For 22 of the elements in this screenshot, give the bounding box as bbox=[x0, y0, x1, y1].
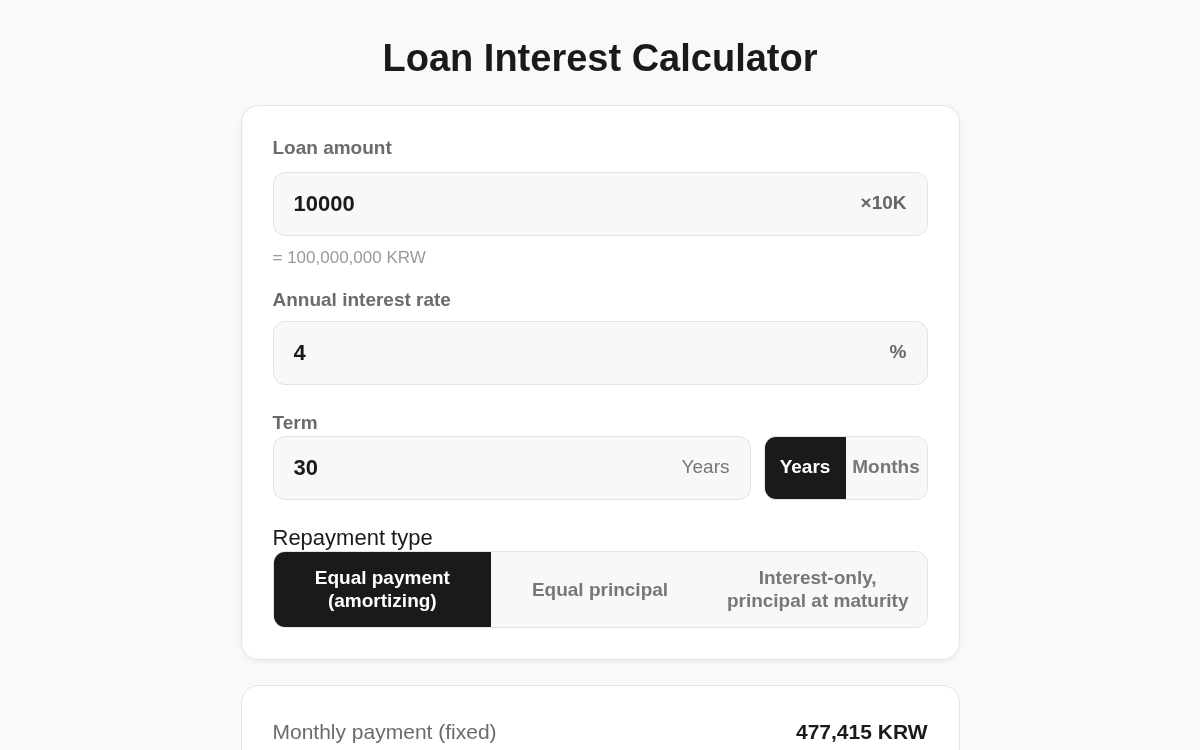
field-label: Loan amount bbox=[272, 136, 393, 160]
field-value[interactable]: 4 bbox=[293, 336, 890, 369]
section-label: Repayment type bbox=[272, 524, 434, 551]
input-field[interactable]: 10000 ×10K bbox=[272, 171, 928, 236]
input-field[interactable]: 30 Years bbox=[272, 435, 751, 500]
repayment-option[interactable]: Equal payment (amortizing) bbox=[273, 551, 492, 627]
field-label: Annual interest rate bbox=[272, 288, 452, 312]
field-value[interactable]: 30 bbox=[293, 451, 682, 484]
unit-label: % bbox=[889, 340, 907, 365]
hint-text: = 100,000,000 KRW bbox=[272, 246, 427, 269]
page-title: Loan Interest Calculator bbox=[382, 36, 818, 80]
unit-label: ×10K bbox=[860, 191, 907, 216]
unit-option[interactable]: Months bbox=[845, 436, 927, 499]
input-field[interactable]: 4 % bbox=[272, 320, 928, 385]
unit-option[interactable]: Years bbox=[764, 436, 846, 499]
unit-label: Years bbox=[681, 455, 730, 480]
field-label: Term bbox=[272, 411, 319, 434]
result-value: 477,415 KRW bbox=[795, 718, 928, 745]
result-label: Monthly payment (fixed) bbox=[272, 718, 497, 745]
repayment-option[interactable]: Interest-only, principal at maturity bbox=[708, 551, 927, 627]
repayment-option[interactable]: Equal principal bbox=[491, 551, 709, 627]
field-value[interactable]: 10000 bbox=[293, 187, 861, 220]
